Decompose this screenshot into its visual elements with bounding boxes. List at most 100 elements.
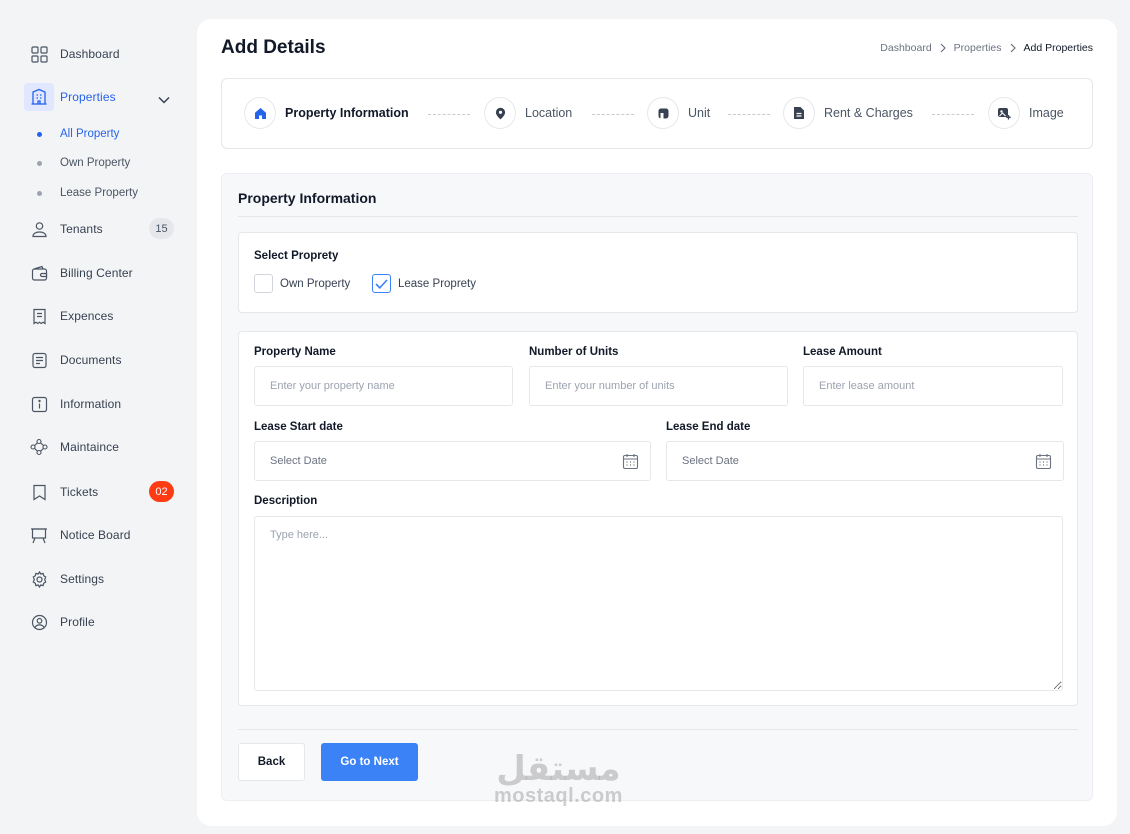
sidebar-subitem-label: Lease Property (60, 187, 138, 199)
sidebar-item-billing-center[interactable]: Billing Center (24, 259, 180, 287)
wallet-icon (24, 259, 54, 287)
breadcrumb-properties[interactable]: Properties (954, 42, 1002, 54)
sidebar-item-tenants[interactable]: Tenants 15 (24, 215, 180, 243)
sidebar-item-label: Billing Center (60, 266, 133, 280)
divider (238, 729, 1078, 730)
sidebar-item-settings[interactable]: Settings (24, 565, 180, 593)
image-icon (988, 97, 1020, 129)
lease-start-date-picker[interactable]: Select Date (254, 441, 651, 481)
own-property-option[interactable]: Own Property (254, 274, 350, 293)
sidebar-item-label: Tenants (60, 222, 103, 236)
sidebar-subitem-all-property[interactable]: All Property (37, 128, 119, 140)
board-icon (24, 521, 54, 549)
sidebar-subitem-lease-property[interactable]: Lease Property (37, 187, 138, 199)
user-icon (24, 215, 54, 243)
lease-start-label: Lease Start date (254, 421, 343, 433)
lease-end-label: Lease End date (666, 421, 751, 433)
sidebar-item-label: Settings (60, 572, 105, 586)
sidebar-item-tickets[interactable]: Tickets 02 (24, 478, 180, 506)
sidebar-item-label: Dashboard (60, 47, 120, 61)
sidebar-item-expences[interactable]: Expences (24, 302, 180, 330)
step-progress: Property Information Location Unit Rent … (221, 78, 1093, 149)
description-label: Description (254, 495, 318, 507)
sidebar-item-maintaince[interactable]: Maintaince (24, 433, 180, 461)
calendar-icon (622, 453, 639, 473)
own-property-checkbox[interactable] (254, 274, 273, 293)
units-input[interactable] (529, 366, 788, 406)
property-fields-group: Property Name Number of Units Lease Amou… (238, 331, 1078, 706)
units-label: Number of Units (529, 346, 619, 358)
sidebar-item-label: Tickets (60, 485, 99, 499)
gear-icon (24, 565, 54, 593)
home-icon (244, 97, 276, 129)
watermark: مستقل mostaql.com (494, 752, 623, 806)
document-icon (24, 346, 54, 374)
chevron-right-icon (940, 43, 946, 53)
bullet-dot (37, 131, 42, 137)
lease-property-option[interactable]: Lease Proprety (372, 274, 476, 293)
breadcrumb: Dashboard Properties Add Properties (880, 42, 1093, 54)
property-name-input[interactable] (254, 366, 513, 406)
own-property-label: Own Property (280, 277, 351, 290)
step-image[interactable]: Image (988, 97, 1064, 129)
next-button[interactable]: Go to Next (321, 743, 418, 781)
receipt-icon (24, 302, 54, 330)
breadcrumb-current: Add Properties (1023, 42, 1093, 54)
step-property-information[interactable]: Property Information (244, 97, 409, 129)
lease-end-value: Select Date (682, 455, 739, 467)
breadcrumb-dashboard[interactable]: Dashboard (880, 42, 931, 54)
location-pin-icon (484, 97, 516, 129)
sidebar: Dashboard Properties All Property Own Pr… (0, 0, 197, 834)
file-icon (783, 97, 815, 129)
page-title: Add Details (221, 37, 326, 58)
step-label: Property Information (285, 106, 409, 120)
back-button[interactable]: Back (238, 743, 305, 781)
watermark-arabic: مستقل (496, 749, 621, 789)
step-label: Location (525, 106, 573, 120)
sidebar-item-label: Profile (60, 615, 95, 629)
sidebar-item-label: Maintaince (60, 440, 120, 454)
step-connector (592, 114, 634, 115)
lease-amount-input[interactable] (803, 366, 1063, 406)
sidebar-item-label: Information (60, 397, 122, 411)
chevron-down-icon[interactable] (158, 91, 170, 109)
description-textarea[interactable] (254, 516, 1063, 691)
step-connector (728, 114, 770, 115)
profile-icon (24, 608, 54, 636)
divider (238, 216, 1078, 217)
lease-start-value: Select Date (270, 455, 327, 467)
checkmark-icon (375, 278, 388, 289)
sidebar-item-label: Documents (60, 353, 122, 367)
step-label: Rent & Charges (824, 106, 913, 120)
step-location[interactable]: Location (484, 97, 572, 129)
tickets-count-badge: 02 (149, 481, 174, 502)
step-connector (428, 114, 470, 115)
ticket-icon (24, 478, 54, 506)
calendar-icon (1035, 453, 1052, 473)
sidebar-item-information[interactable]: Information (24, 390, 180, 418)
sidebar-item-properties[interactable]: Properties (24, 83, 180, 111)
sidebar-item-documents[interactable]: Documents (24, 346, 180, 374)
chevron-right-icon (1010, 43, 1016, 53)
sidebar-item-notice-board[interactable]: Notice Board (24, 521, 180, 549)
tenants-count-badge: 15 (149, 218, 174, 239)
main-panel: Add Details Dashboard Properties Add Pro… (197, 19, 1117, 826)
sidebar-item-dashboard[interactable]: Dashboard (24, 40, 180, 68)
sidebar-subitem-label: All Property (60, 128, 120, 140)
lease-property-checkbox[interactable] (372, 274, 391, 293)
sidebar-item-profile[interactable]: Profile (24, 608, 180, 636)
sidebar-item-label: Properties (60, 90, 116, 104)
watermark-latin: mostaql.com (494, 785, 623, 807)
sidebar-item-label: Notice Board (60, 528, 131, 542)
lease-end-date-picker[interactable]: Select Date (666, 441, 1064, 481)
bullet-dot (37, 160, 42, 166)
lease-amount-label: Lease Amount (803, 346, 882, 358)
step-rent-charges[interactable]: Rent & Charges (783, 97, 913, 129)
lease-property-label: Lease Proprety (398, 277, 476, 290)
property-name-label: Property Name (254, 346, 336, 358)
sidebar-item-label: Expences (60, 309, 114, 323)
sidebar-subitem-own-property[interactable]: Own Property (37, 157, 130, 169)
step-label: Image (1029, 106, 1064, 120)
step-unit[interactable]: Unit (647, 97, 710, 129)
grid-icon (24, 40, 54, 68)
